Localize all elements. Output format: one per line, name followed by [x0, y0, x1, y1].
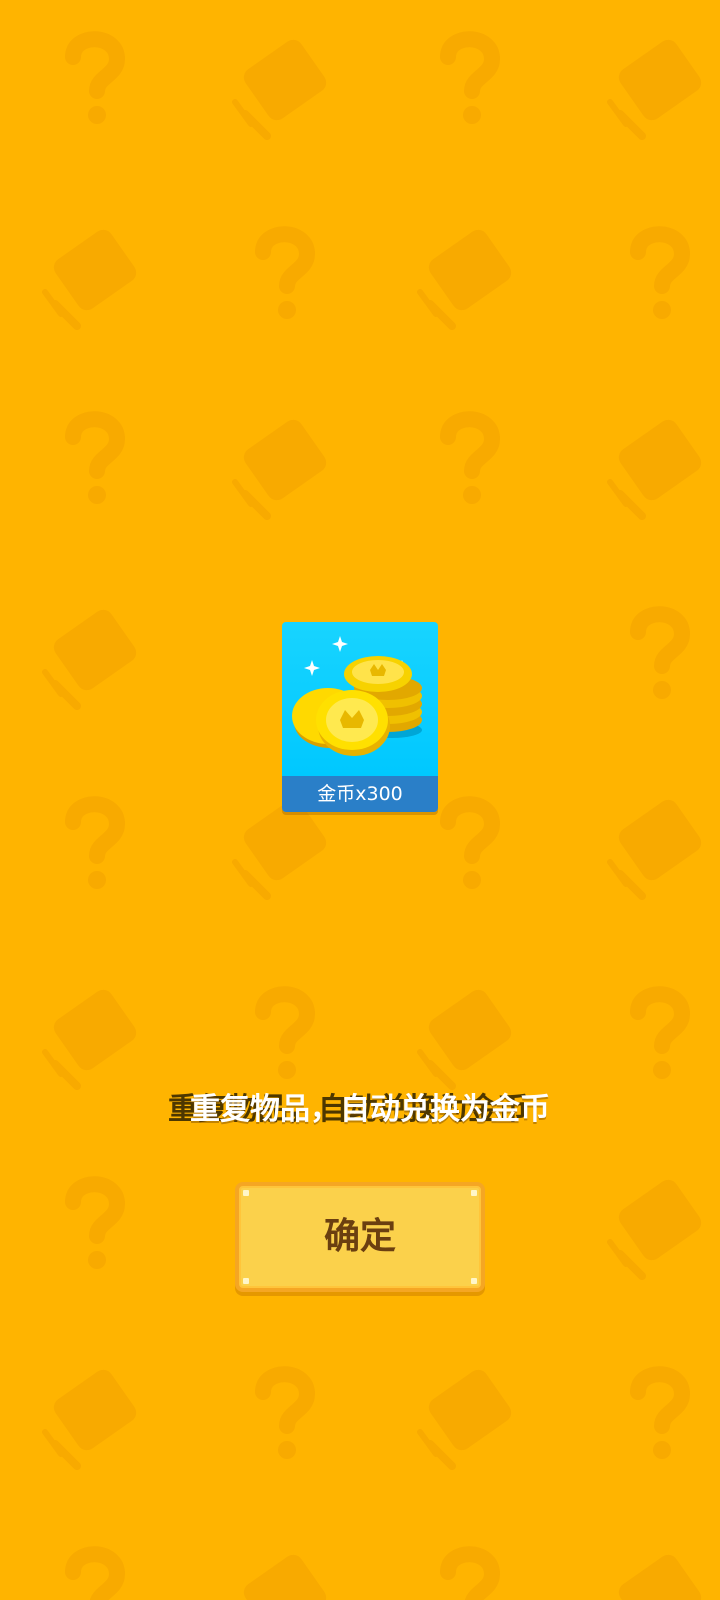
exchange-message-text: 重复物品，自动兑换为金币 — [190, 1092, 550, 1127]
reward-caption: 金币x300 — [282, 776, 438, 812]
reward-image — [282, 622, 438, 776]
reward-card: 金币x300 — [282, 622, 438, 812]
reward-screen: 金币x300 重复物品，自动兑换为金币 重复物品，自动兑换为金币 确定 — [0, 0, 720, 1600]
confirm-button[interactable]: 确定 — [235, 1182, 485, 1292]
exchange-message: 重复物品，自动兑换为金币 重复物品，自动兑换为金币 — [0, 1090, 720, 1130]
gold-coins-icon — [292, 636, 422, 756]
confirm-button-label: 确定 — [323, 1216, 396, 1257]
